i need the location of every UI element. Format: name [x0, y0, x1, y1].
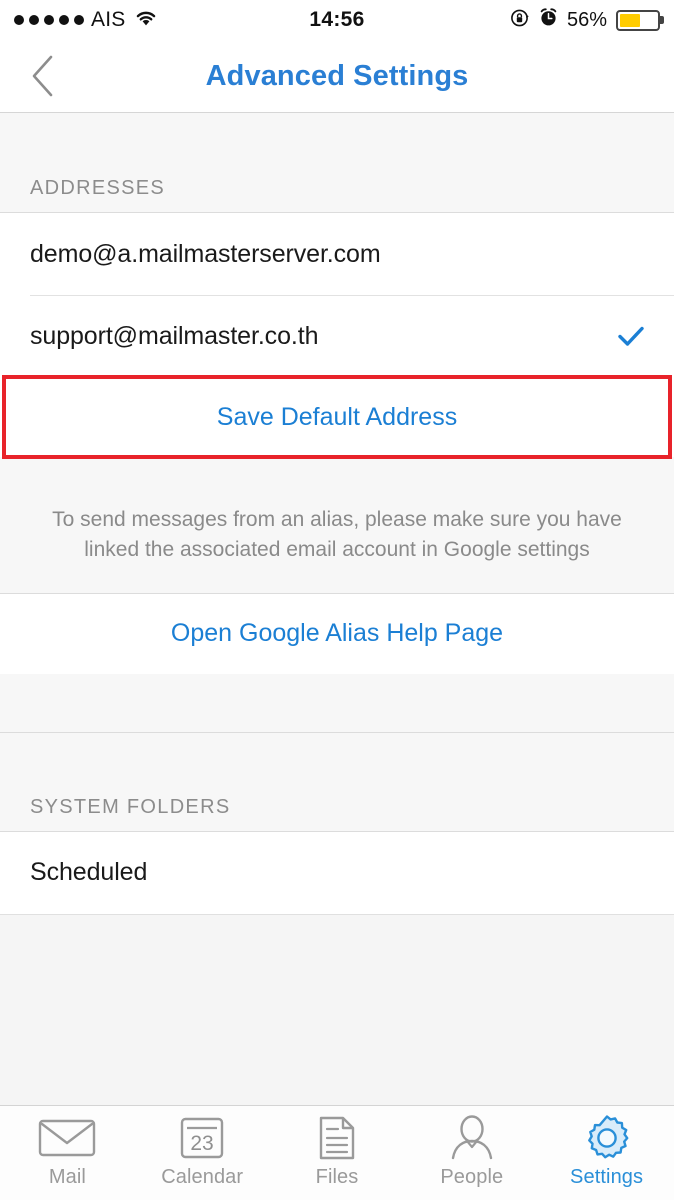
address-row-0[interactable]: demo@a.mailmasterserver.com	[0, 213, 674, 295]
tab-files[interactable]: Files	[270, 1106, 405, 1200]
status-bar-left: AIS	[14, 8, 158, 32]
phone-screen: mailmastermailmastermailmastermailmaster…	[0, 0, 674, 1200]
address-label: demo@a.mailmasterserver.com	[30, 239, 381, 268]
tab-people[interactable]: People	[404, 1106, 539, 1200]
save-default-address-label: Save Default Address	[216, 402, 458, 431]
section-header-system-folders-label: SYSTEM FOLDERS	[30, 795, 231, 818]
tab-people-label: People	[440, 1166, 504, 1188]
section-header-system-folders: SYSTEM FOLDERS	[0, 731, 674, 832]
rotation-lock-icon	[510, 8, 530, 33]
section-header-addresses-label: ADDRESSES	[30, 177, 166, 199]
svg-text:23: 23	[191, 1132, 214, 1155]
signal-strength-icon	[14, 15, 84, 25]
nav-bar: Advanced Settings	[0, 40, 674, 113]
person-icon	[447, 1115, 497, 1160]
system-folder-label: Scheduled	[30, 858, 148, 887]
tab-settings-label: Settings	[570, 1166, 644, 1188]
open-google-alias-help-button[interactable]: Open Google Alias Help Page	[0, 593, 674, 674]
address-label: support@mailmaster.co.th	[30, 321, 319, 350]
address-row-1[interactable]: support@mailmaster.co.th	[0, 295, 674, 377]
system-folder-row-scheduled[interactable]: Scheduled	[0, 831, 674, 914]
back-button[interactable]	[12, 40, 74, 112]
tab-settings[interactable]: Settings	[539, 1106, 674, 1200]
alias-footnote: To send messages from an alias, please m…	[0, 479, 674, 594]
open-google-alias-help-label: Open Google Alias Help Page	[170, 619, 504, 648]
page-title: Advanced Settings	[205, 59, 469, 92]
section-header-addresses: ADDRESSES	[0, 113, 674, 213]
tab-mail[interactable]: Mail	[0, 1106, 135, 1200]
tab-mail-label: Mail	[48, 1166, 86, 1188]
status-bar-right: 56%	[510, 8, 660, 33]
spacer-after-help	[0, 673, 674, 732]
carrier-name: AIS	[91, 8, 126, 31]
save-default-address-button[interactable]: Save Default Address	[0, 377, 674, 457]
gear-icon	[582, 1115, 632, 1159]
tab-calendar-label: Calendar	[161, 1166, 244, 1188]
battery-icon	[616, 9, 660, 31]
spacer-after-save	[0, 457, 674, 479]
clock: 14:56	[309, 8, 365, 31]
tab-bar: Mail 23 Calendar Files People Settings	[0, 1105, 674, 1200]
tab-files-label: Files	[315, 1166, 359, 1188]
checkmark-icon	[618, 326, 644, 346]
tab-calendar[interactable]: 23 Calendar	[135, 1106, 270, 1200]
status-bar: AIS 14:56 56%	[0, 0, 674, 40]
chevron-left-icon	[32, 55, 53, 97]
wifi-icon	[132, 8, 158, 32]
calendar-icon: 23	[179, 1117, 225, 1159]
battery-percentage: 56%	[566, 8, 607, 31]
settings-content: ADDRESSES demo@a.mailmasterserver.com su…	[0, 113, 674, 1148]
document-icon	[316, 1116, 358, 1160]
alarm-clock-icon	[539, 8, 558, 32]
envelope-icon	[38, 1117, 96, 1159]
